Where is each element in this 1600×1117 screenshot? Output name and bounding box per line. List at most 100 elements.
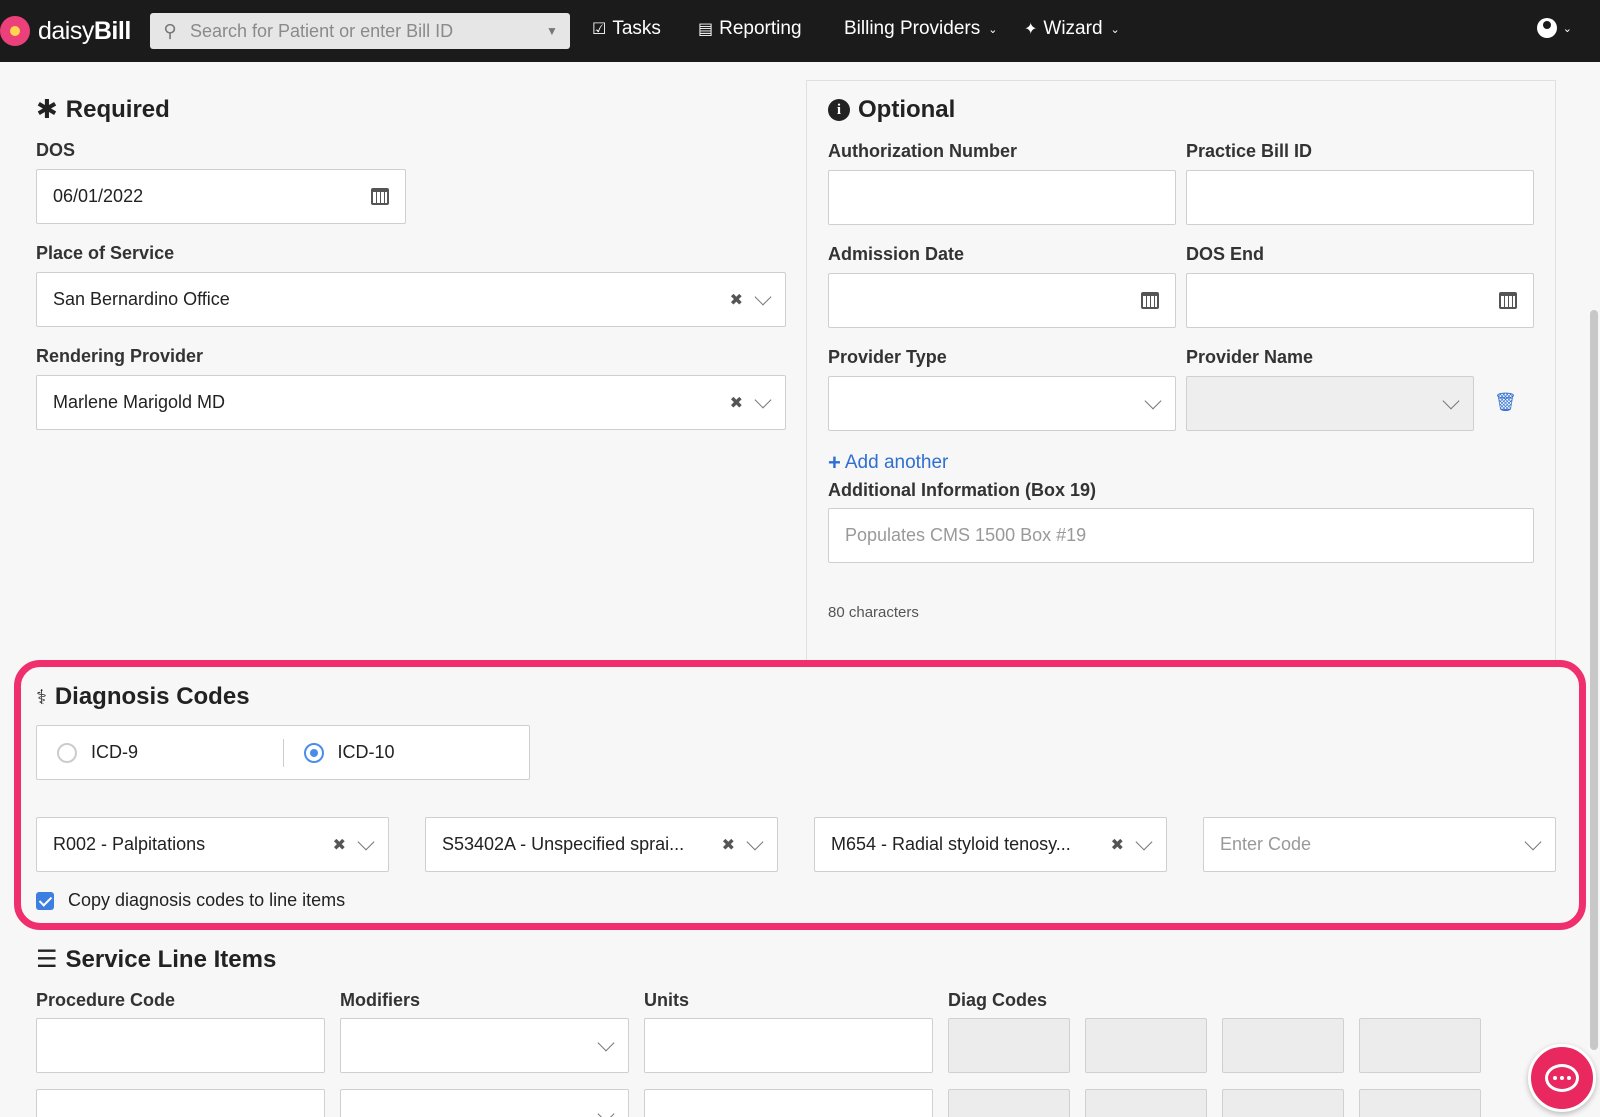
place-of-service-value: San Bernardino Office xyxy=(53,289,230,309)
nav-billing-providers-label: Billing Providers xyxy=(844,18,981,39)
diagnosis-title-text: Diagnosis Codes xyxy=(54,683,250,710)
diag-codes-header: Diag Codes xyxy=(948,990,1048,1010)
info-circle-icon: i xyxy=(828,99,850,121)
diag-code-slot[interactable] xyxy=(1222,1018,1344,1073)
diag-code-slot[interactable] xyxy=(948,1018,1070,1073)
modifiers-header: Modifiers xyxy=(340,990,421,1010)
diag-code-slot[interactable] xyxy=(1359,1018,1481,1073)
add-another-label: Add another xyxy=(844,452,949,473)
checkbox-checked-icon[interactable] xyxy=(36,891,54,910)
copy-diagnosis-option[interactable]: Copy diagnosis codes to line items xyxy=(36,890,345,911)
list-icon: ☰ xyxy=(36,946,58,973)
radio-icd-9[interactable]: ICD-9 xyxy=(37,742,283,763)
procedure-code-input[interactable] xyxy=(36,1018,325,1073)
authorization-number-label: Authorization Number xyxy=(828,141,1017,161)
additional-information-input[interactable]: Populates CMS 1500 Box #19 xyxy=(828,508,1534,563)
copy-diagnosis-label: Copy diagnosis codes to line items xyxy=(68,890,346,910)
diag-code-slot[interactable] xyxy=(1085,1089,1207,1117)
chevron-down-icon[interactable] xyxy=(1524,833,1542,850)
place-of-service-label: Place of Service xyxy=(36,243,175,263)
chevron-down-icon[interactable] xyxy=(754,288,772,305)
nav-wizard[interactable]: ✦ Wizard ⌄ xyxy=(1024,18,1120,40)
place-of-service-select[interactable]: San Bernardino Office ✖ xyxy=(36,272,786,327)
optional-title-text: Optional xyxy=(858,96,956,123)
modifiers-select[interactable] xyxy=(340,1018,629,1073)
provider-name-label: Provider Name xyxy=(1186,347,1314,367)
diag-code-slot[interactable] xyxy=(1222,1089,1344,1117)
radio-selected-icon[interactable] xyxy=(303,742,324,763)
practice-bill-id-label: Practice Bill ID xyxy=(1186,141,1313,161)
units-input[interactable] xyxy=(644,1089,933,1117)
additional-information-placeholder: Populates CMS 1500 Box #19 xyxy=(845,525,1087,545)
provider-name-select[interactable] xyxy=(1186,376,1474,431)
search-icon: ⚲ xyxy=(163,20,177,41)
service-line-items-title-text: Service Line Items xyxy=(65,945,277,973)
chat-button[interactable] xyxy=(1528,1044,1596,1112)
required-title-text: Required xyxy=(65,95,170,123)
chevron-down-icon[interactable] xyxy=(746,833,764,850)
radio-circle-icon[interactable] xyxy=(57,742,77,763)
search-placeholder: Search for Patient or enter Bill ID xyxy=(190,20,454,41)
user-menu[interactable]: ⌄ xyxy=(1536,18,1572,38)
brand-name-bold: Bill xyxy=(93,16,131,45)
daisy-flower-icon xyxy=(0,16,30,46)
chevron-down-icon[interactable] xyxy=(754,391,772,408)
chevron-down-icon[interactable] xyxy=(357,833,375,850)
modifiers-select[interactable] xyxy=(340,1089,629,1117)
nav-reporting[interactable]: ▤ Reporting xyxy=(698,18,802,40)
units-input[interactable] xyxy=(644,1018,933,1073)
diagnosis-code-2[interactable]: S53402A - Unspecified sprai... ✖ xyxy=(425,817,778,872)
diagnosis-code-1-value: R002 - Palpitations xyxy=(53,834,206,854)
page-scrollbar[interactable] xyxy=(1590,310,1598,1050)
diag-code-slot[interactable] xyxy=(948,1089,1070,1117)
diag-code-slot[interactable] xyxy=(1359,1089,1481,1117)
radio-icd-10[interactable]: ICD-10 xyxy=(284,742,530,763)
patient-search-input[interactable]: ⚲ Search for Patient or enter Bill ID ▼ xyxy=(150,13,570,49)
dos-end-input[interactable] xyxy=(1186,273,1534,328)
service-line-items-title: ☰ Service Line Items xyxy=(36,945,276,974)
nav-billing-providers[interactable]: Billing Providers ⌄ xyxy=(844,18,997,40)
chevron-down-icon[interactable] xyxy=(1135,833,1153,850)
rendering-provider-value: Marlene Marigold MD xyxy=(53,392,226,412)
calendar-icon[interactable] xyxy=(1141,292,1159,309)
chevron-down-icon[interactable] xyxy=(597,1105,615,1117)
nav-reporting-label: Reporting xyxy=(719,18,802,39)
calendar-icon[interactable] xyxy=(371,188,389,205)
clear-icon[interactable]: ✖ xyxy=(722,835,735,855)
chevron-down-icon[interactable] xyxy=(597,1034,615,1051)
admission-date-input[interactable] xyxy=(828,273,1176,328)
clear-icon[interactable]: ✖ xyxy=(1111,835,1124,855)
admission-date-label: Admission Date xyxy=(828,244,965,264)
chevron-down-icon: ⌄ xyxy=(988,23,998,36)
clear-icon[interactable]: ✖ xyxy=(730,393,743,413)
icd-10-label: ICD-10 xyxy=(337,742,395,762)
enter-code-placeholder: Enter Code xyxy=(1220,834,1312,854)
top-nav: daisyBill ⚲ Search for Patient or enter … xyxy=(0,0,1600,62)
diagnosis-section-title: ⚕ Diagnosis Codes xyxy=(36,683,250,711)
practice-bill-id-input[interactable] xyxy=(1186,170,1534,225)
rendering-provider-label: Rendering Provider xyxy=(36,346,204,366)
daisybill-logo[interactable]: daisyBill xyxy=(0,14,131,48)
clear-icon[interactable]: ✖ xyxy=(730,290,743,310)
asterisk-icon: ✱ xyxy=(36,94,58,124)
diag-code-slot[interactable] xyxy=(1085,1018,1207,1073)
search-caret-icon[interactable]: ▼ xyxy=(534,24,570,38)
nav-wizard-label: Wizard xyxy=(1043,18,1103,39)
clear-icon[interactable]: ✖ xyxy=(333,835,346,855)
rendering-provider-select[interactable]: Marlene Marigold MD ✖ xyxy=(36,375,786,430)
dos-field[interactable]: 06/01/2022 xyxy=(36,169,406,224)
add-another-link[interactable]: + Add another xyxy=(828,450,948,476)
bar-chart-icon: ▤ xyxy=(698,21,714,38)
additional-information-label: Additional Information (Box 19) xyxy=(828,480,1096,500)
user-avatar-icon xyxy=(1536,18,1557,38)
provider-type-select[interactable] xyxy=(828,376,1176,431)
chevron-down-icon[interactable] xyxy=(1144,392,1162,409)
calendar-icon[interactable] xyxy=(1499,292,1517,309)
trash-icon[interactable]: 🗑 xyxy=(1494,392,1517,413)
procedure-code-input[interactable] xyxy=(36,1089,325,1117)
diagnosis-code-1[interactable]: R002 - Palpitations ✖ xyxy=(36,817,389,872)
diagnosis-code-3[interactable]: M654 - Radial styloid tenosy... ✖ xyxy=(814,817,1167,872)
nav-tasks[interactable]: ☑ Tasks xyxy=(592,18,661,40)
diagnosis-code-4[interactable]: Enter Code xyxy=(1203,817,1556,872)
authorization-number-input[interactable] xyxy=(828,170,1176,225)
